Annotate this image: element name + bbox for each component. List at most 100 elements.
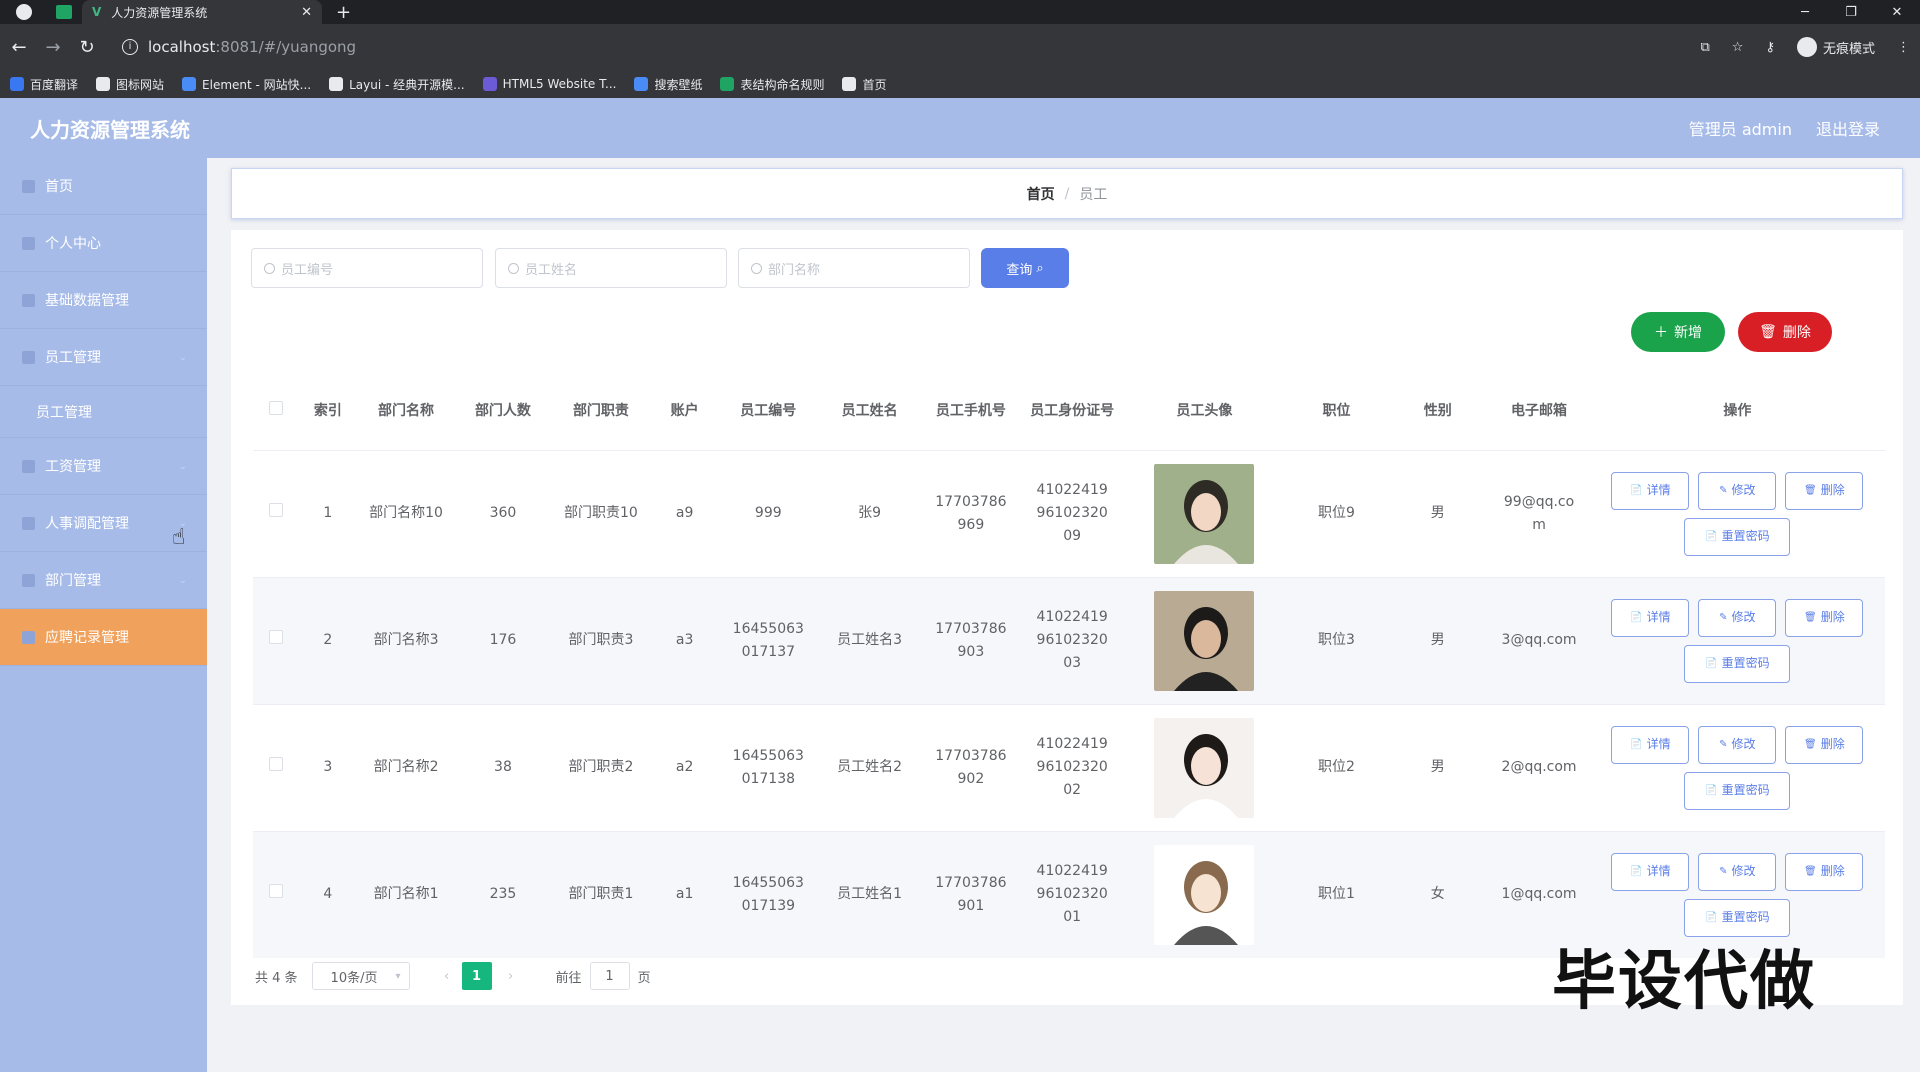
sidebar-item-label: 员工管理: [45, 350, 101, 366]
bookmark-star-icon[interactable]: ☆: [1732, 40, 1744, 55]
delete-button[interactable]: 🗑 删除: [1785, 598, 1864, 637]
forward-icon[interactable]: →: [38, 37, 68, 58]
cell-position: 职位2: [1285, 703, 1388, 831]
cell-gender: 男: [1387, 449, 1489, 577]
menu-icon: [22, 516, 35, 530]
sidebar-item[interactable]: 部门管理 ⌄: [0, 552, 207, 609]
add-button[interactable]: ＋ 新增: [1631, 312, 1725, 352]
cell-avatar: [1122, 703, 1286, 831]
sidebar-item[interactable]: 应聘记录管理: [0, 609, 207, 666]
edit-button[interactable]: ✎ 修改: [1698, 471, 1777, 510]
reset-password-button[interactable]: 📄 重置密码: [1684, 644, 1791, 683]
page-size-select[interactable]: 10条/页 ▾: [311, 962, 410, 990]
delete-button[interactable]: 🗑 删除: [1785, 725, 1864, 764]
goto-suffix: 页: [637, 970, 651, 986]
batch-delete-button[interactable]: 🗑 删除: [1738, 312, 1832, 352]
row-checkbox[interactable]: [269, 630, 284, 644]
breadcrumb-home[interactable]: 首页: [1027, 184, 1055, 204]
reset-password-button[interactable]: 📄 重置密码: [1684, 771, 1791, 810]
url-field[interactable]: i localhost:8081/#/yuangong: [122, 38, 356, 56]
row-checkbox[interactable]: [269, 503, 284, 517]
minimize-icon[interactable]: ─: [1782, 5, 1828, 20]
sidebar-item[interactable]: 工资管理 ⌄: [0, 438, 207, 495]
browser-more-icon[interactable]: ⋮: [1897, 40, 1910, 55]
restore-icon[interactable]: ❐: [1828, 5, 1874, 20]
incognito-indicator[interactable]: 无痕模式: [1796, 37, 1875, 57]
detail-button-label: 详情: [1646, 610, 1671, 624]
bookmark-favicon-icon: [842, 77, 857, 91]
employee-no-search-input[interactable]: 员工编号: [251, 248, 483, 288]
employee-name-placeholder: 员工姓名: [525, 262, 578, 278]
close-tab-icon[interactable]: ✕: [301, 5, 312, 20]
goto-prefix: 前往: [555, 970, 582, 986]
cell-value: 17703786901: [935, 874, 1007, 914]
detail-button[interactable]: 📄 详情: [1611, 471, 1690, 510]
incognito-icon: [1796, 37, 1817, 57]
employee-name-search-input[interactable]: 员工姓名: [495, 248, 727, 288]
cell-operations: 📄 详情 ✎ 修改 🗑 删除 📄 重置密码: [1589, 576, 1885, 704]
main-content: 员工编号 员工姓名 部门名称 查询 ⌕ ＋ 新增 🗑 删除 索引 部门名称 部门人数…: [231, 230, 1903, 1005]
edit-button[interactable]: ✎ 修改: [1698, 725, 1777, 764]
query-button[interactable]: 查询 ⌕: [981, 248, 1069, 288]
sidebar-item[interactable]: 首页: [0, 158, 207, 215]
column-header: 部门名称: [356, 372, 456, 450]
reset-password-button[interactable]: 📄 重置密码: [1684, 517, 1791, 556]
cell-phone: 17703786969: [920, 449, 1022, 577]
table-row: 2 部门名称3 176 部门职责3 a3 16455063017137 员工姓名3 17703…: [253, 576, 1885, 704]
select-all-checkbox[interactable]: [269, 400, 284, 415]
sidebar-subitem[interactable]: 员工管理: [0, 386, 207, 438]
sidebar-item[interactable]: 基础数据管理: [0, 272, 207, 329]
goto-page-input[interactable]: 1: [589, 962, 630, 990]
cell-value: 16455063017137: [732, 620, 804, 660]
delete-button[interactable]: 🗑 删除: [1785, 852, 1864, 891]
back-icon[interactable]: ←: [4, 37, 34, 58]
row-checkbox[interactable]: [269, 757, 284, 771]
key-icon[interactable]: ⚷: [1765, 40, 1775, 55]
cell-duty: 部门职责3: [550, 576, 652, 704]
sidebar-item[interactable]: 个人中心: [0, 215, 207, 272]
logout-link[interactable]: 退出登录: [1816, 116, 1880, 140]
cell-emp-no: 16455063017138: [717, 703, 819, 831]
page-number-current[interactable]: 1: [461, 962, 492, 990]
row-checkbox[interactable]: [269, 884, 284, 899]
bookmark-item[interactable]: Layui - 经典开源模...: [329, 76, 465, 93]
menu-icon: [22, 459, 35, 473]
detail-button[interactable]: 📄 详情: [1611, 598, 1690, 637]
bookmark-item[interactable]: 首页: [842, 76, 887, 93]
document-icon: 📄: [1705, 785, 1718, 796]
page-size-value: 10条/页: [330, 970, 378, 986]
next-page-button[interactable]: ›: [496, 969, 526, 984]
detail-button[interactable]: 📄 详情: [1611, 725, 1690, 764]
bookmark-item[interactable]: 图标网站: [96, 76, 164, 93]
prev-page-button[interactable]: ‹: [432, 969, 462, 984]
bookmark-item[interactable]: 百度翻译: [10, 76, 78, 93]
bookmark-item[interactable]: HTML5 Website T...: [482, 77, 616, 91]
cell-idcard: 410224199610232001: [1021, 830, 1123, 958]
pagination: 共 4 条 10条/页 ▾ ‹ 1 › 前往 1 页: [255, 962, 651, 990]
delete-button[interactable]: 🗑 删除: [1785, 471, 1864, 510]
incognito-label: 无痕模式: [1822, 41, 1875, 57]
department-search-input[interactable]: 部门名称: [738, 248, 970, 288]
translate-icon[interactable]: ⧉: [1701, 40, 1710, 55]
breadcrumb-current: 员工: [1079, 186, 1108, 203]
bookmark-item[interactable]: Element - 网站快...: [182, 76, 311, 93]
sidebar-item[interactable]: 员工管理 ⌄: [0, 329, 207, 386]
bookmark-item[interactable]: 表结构命名规则: [720, 76, 824, 93]
cell-value: 17703786902: [935, 747, 1007, 787]
cell-value: 410224199610232003: [1036, 609, 1108, 671]
edit-button[interactable]: ✎ 修改: [1698, 852, 1777, 891]
new-tab-button[interactable]: +: [336, 2, 351, 23]
reload-icon[interactable]: ↻: [72, 37, 102, 58]
site-info-icon[interactable]: i: [122, 39, 138, 55]
mouse-cursor-icon: ☝: [172, 525, 186, 550]
document-icon: 📄: [1705, 912, 1718, 924]
close-window-icon[interactable]: ✕: [1874, 5, 1920, 20]
edit-button[interactable]: ✎ 修改: [1698, 598, 1777, 637]
detail-button[interactable]: 📄 详情: [1611, 852, 1690, 891]
browser-tab[interactable]: V 人力资源管理系统 ✕: [82, 0, 322, 24]
bookmark-item[interactable]: 搜索壁纸: [634, 76, 702, 93]
pinned-tab-icon[interactable]: [56, 5, 72, 19]
browser-menu-icon[interactable]: [16, 4, 32, 20]
cell-position: 职位1: [1285, 830, 1388, 958]
bookmarks-bar: 百度翻译 图标网站 Element - 网站快... Layui - 经典开源模...…: [0, 70, 1920, 98]
